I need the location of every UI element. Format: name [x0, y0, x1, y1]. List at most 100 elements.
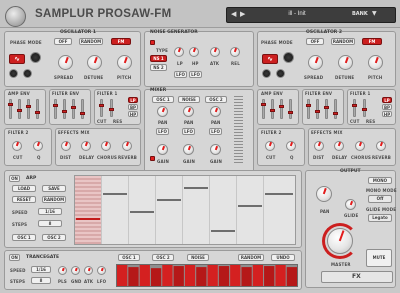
preset-next-icon[interactable]: ▶ [240, 10, 245, 18]
trancegate-step[interactable] [264, 266, 275, 286]
filter1-hp-button[interactable]: HP [128, 111, 138, 117]
trancegate-speed-value[interactable]: 1/16 [31, 266, 51, 273]
arp-note[interactable] [103, 193, 127, 195]
arp-step-column-7[interactable] [237, 176, 263, 244]
mixer-osc2-gain-knob[interactable] [210, 144, 221, 155]
osc2-amp-env-release[interactable] [288, 99, 293, 119]
osc2-fx-delay-knob[interactable] [334, 141, 344, 151]
amp-env-attack[interactable] [8, 99, 13, 119]
noise-type-ns2[interactable]: NS 2 [150, 64, 167, 71]
mixer-osc1-mute-led[interactable] [150, 156, 155, 161]
osc2-amp-env-sustain[interactable] [279, 99, 284, 119]
trancegate-step[interactable] [230, 265, 241, 286]
osc1-wave-sine[interactable]: ∿ [9, 54, 25, 64]
arp-note[interactable] [76, 218, 100, 220]
arp-step-column-1[interactable] [75, 176, 101, 244]
osc2-wave-sine[interactable]: ∿ [262, 54, 278, 64]
osc2-detune-knob[interactable] [338, 55, 353, 70]
osc2-amp-env-attack[interactable] [261, 99, 266, 119]
osc2-mode-off[interactable]: OFF [306, 38, 324, 45]
osc2-filter1-lp-button[interactable]: LP [382, 97, 392, 103]
preset-name[interactable]: ill - Init [272, 11, 322, 17]
osc1-a-button[interactable] [9, 69, 18, 78]
arp-note[interactable] [265, 193, 293, 195]
fx-dist-knob[interactable] [61, 141, 71, 151]
arp-note[interactable] [211, 230, 235, 232]
trancegate-lfo-knob[interactable] [97, 266, 106, 275]
trancegate-gnd-knob[interactable] [71, 266, 80, 275]
osc2-amp-env-decay[interactable] [270, 99, 275, 119]
trancegate-atk-knob[interactable] [84, 266, 93, 275]
trancegate-target-osc1[interactable]: OSC 1 [118, 254, 140, 261]
osc2-a-button[interactable] [262, 69, 271, 78]
arp-step-column-8[interactable] [264, 176, 295, 244]
noise-atk-knob[interactable] [210, 47, 220, 57]
osc2-filter1-hp-button[interactable]: HP [382, 111, 392, 117]
arp-speed-value[interactable]: 1/16 [38, 208, 62, 215]
osc2-pitch-knob[interactable] [368, 55, 383, 70]
arp-step-column-4[interactable] [156, 176, 182, 244]
filter-env-release[interactable] [80, 99, 85, 119]
noise-lfo-button-1[interactable]: LFO [174, 71, 187, 78]
arp-osc2-button[interactable]: OSC 2 [42, 234, 66, 241]
osc2-filter-env-attack[interactable] [306, 99, 311, 119]
fx-chorus-knob[interactable] [101, 141, 111, 151]
osc2-b-button[interactable] [276, 69, 285, 78]
amp-env-release[interactable] [35, 99, 40, 119]
mixer-osc1-lfo[interactable]: LFO [156, 128, 169, 135]
filter1-cut-slider[interactable] [99, 99, 104, 117]
arp-reset-button[interactable]: RESET [12, 196, 36, 203]
osc1-spread-knob[interactable] [58, 55, 73, 70]
trancegate-steps-svg[interactable] [117, 265, 297, 286]
osc1-mode-off[interactable]: OFF [54, 38, 72, 45]
osc1-wave-select-knob[interactable] [30, 52, 41, 63]
osc1-pitch-knob[interactable] [117, 55, 132, 70]
arp-steps-value[interactable]: 8 [38, 220, 62, 227]
output-glide-knob[interactable] [345, 199, 356, 210]
trancegate-step[interactable] [162, 265, 173, 286]
trancegate-step[interactable] [184, 265, 196, 286]
trancegate-target-noise[interactable]: NOISE [187, 254, 209, 261]
noise-rel-knob[interactable] [230, 47, 240, 57]
noise-hp-knob[interactable] [189, 47, 199, 57]
output-pan-knob[interactable] [316, 186, 332, 202]
noise-on-led[interactable] [150, 40, 155, 45]
trancegate-step[interactable] [128, 267, 139, 286]
mixer-osc2-pan-knob[interactable] [210, 106, 221, 117]
output-mono-button[interactable]: MONO [368, 177, 392, 184]
trancegate-step[interactable] [207, 265, 218, 286]
output-mono-mode-select[interactable]: Off [368, 195, 392, 203]
filter1-lp-button[interactable]: LP [128, 97, 138, 103]
filter-env-sustain[interactable] [71, 99, 76, 119]
osc2-fx-dist-knob[interactable] [314, 141, 324, 151]
arp-step-column-6[interactable] [210, 176, 236, 244]
noise-lp-knob[interactable] [174, 47, 184, 57]
osc2-mode-fm[interactable]: FM [362, 38, 382, 45]
filter2-q-knob[interactable] [33, 141, 43, 151]
arp-osc1-button[interactable]: OSC 1 [12, 234, 36, 241]
mixer-osc2-lfo[interactable]: LFO [209, 128, 222, 135]
mute-button[interactable]: MUTE [366, 249, 392, 267]
arp-note[interactable] [184, 187, 208, 189]
output-glide-mode-select[interactable]: Legato [368, 214, 392, 222]
mixer-osc1-pan-knob[interactable] [157, 106, 168, 117]
trancegate-step[interactable] [275, 265, 286, 286]
noise-type-ns1[interactable]: NS 1 [150, 55, 167, 62]
osc1-b-button[interactable] [23, 69, 32, 78]
osc2-fx-chorus-knob[interactable] [355, 141, 365, 151]
filter1-res-slider[interactable] [109, 99, 114, 117]
arp-note[interactable] [238, 205, 262, 207]
trancegate-on-button[interactable]: ON [9, 254, 20, 261]
trancegate-random-button[interactable]: RANDOM [238, 254, 264, 261]
osc2-filter1-cut-slider[interactable] [352, 99, 357, 117]
filter-env-attack[interactable] [53, 99, 58, 119]
osc2-filter2-q-knob[interactable] [286, 141, 296, 151]
osc1-detune-knob[interactable] [87, 55, 102, 70]
osc2-mode-random[interactable]: RANDOM [331, 38, 355, 45]
trancegate-steps-value[interactable]: 8 [31, 277, 51, 284]
arp-note[interactable] [157, 199, 181, 201]
osc2-filter2-cut-knob[interactable] [265, 141, 275, 151]
trancegate-step[interactable] [117, 265, 128, 286]
bank-button[interactable]: BANK [352, 11, 368, 17]
osc2-fx-reverb-knob[interactable] [376, 141, 386, 151]
